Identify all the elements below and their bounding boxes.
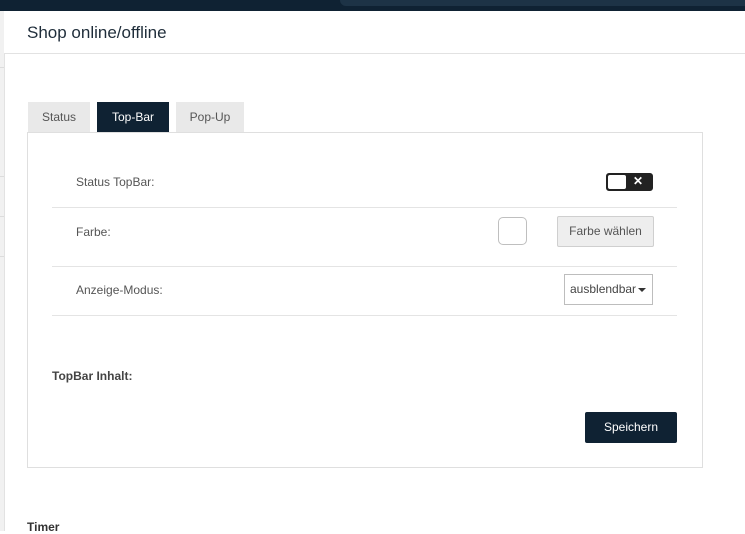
status-topbar-row: Status TopBar: ✕ <box>52 133 677 208</box>
page-title: Shop online/offline <box>27 23 167 42</box>
app-top-bar <box>0 0 745 11</box>
color-swatch[interactable] <box>498 217 527 245</box>
tab-status[interactable]: Status <box>28 102 90 132</box>
status-topbar-label: Status TopBar: <box>76 175 155 189</box>
sidebar-divider <box>0 216 4 217</box>
toggle-knob <box>608 175 626 189</box>
color-label: Farbe: <box>76 225 111 239</box>
display-mode-label: Anzeige-Modus: <box>76 283 163 297</box>
choose-color-button[interactable]: Farbe wählen <box>557 216 654 247</box>
display-mode-value: ausblendbar <box>570 282 637 296</box>
status-topbar-toggle[interactable]: ✕ <box>606 173 653 191</box>
tab-top-bar[interactable]: Top-Bar <box>97 102 169 133</box>
close-icon: ✕ <box>633 174 644 188</box>
timer-section-label: Timer <box>27 520 60 534</box>
top-bar-search-strip[interactable] <box>340 0 745 6</box>
display-mode-row: Anzeige-Modus: ausblendbar <box>52 267 677 316</box>
page-header: Shop online/offline <box>4 11 745 54</box>
top-bar-settings-panel: Status TopBar: ✕ Farbe: Farbe wählen Anz… <box>27 132 703 468</box>
sidebar-divider <box>0 256 4 257</box>
sidebar-divider <box>0 67 4 68</box>
display-mode-select[interactable]: ausblendbar <box>564 274 653 305</box>
color-row: Farbe: Farbe wählen <box>52 208 677 267</box>
left-sidebar-rail[interactable] <box>0 11 5 531</box>
save-button[interactable]: Speichern <box>585 412 677 443</box>
tab-pop-up[interactable]: Pop-Up <box>176 102 244 132</box>
sidebar-divider <box>0 176 4 177</box>
topbar-content-label: TopBar Inhalt: <box>52 369 133 383</box>
chevron-down-icon <box>638 288 646 292</box>
